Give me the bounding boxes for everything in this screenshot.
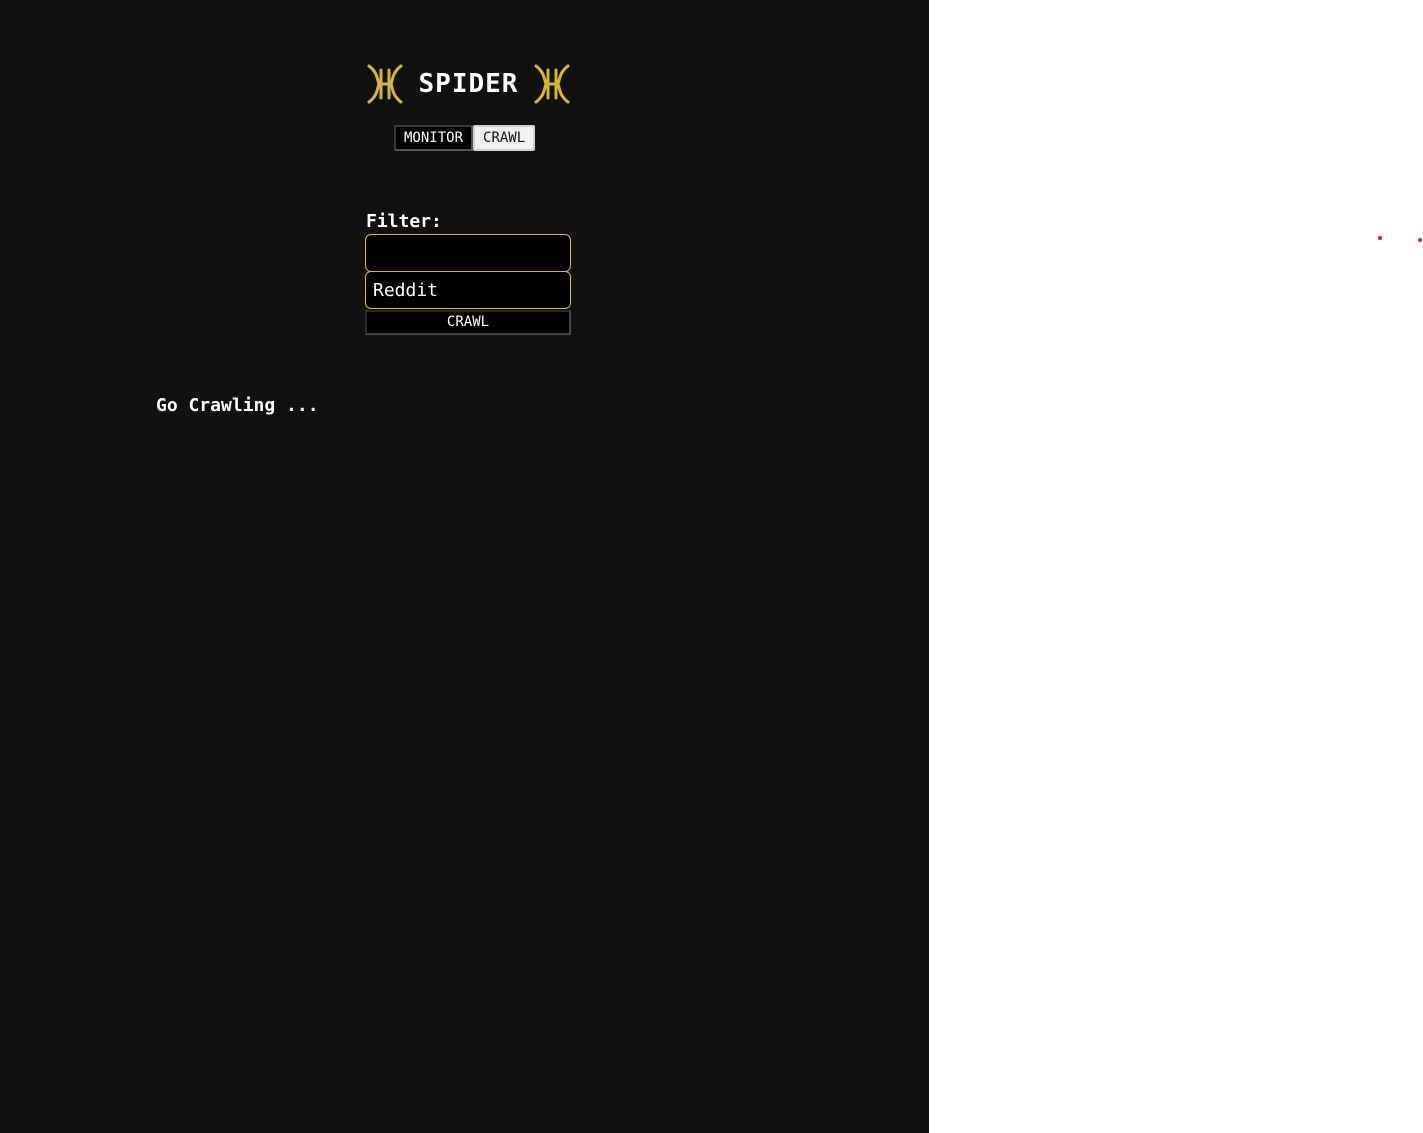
crawl-button[interactable]: CRAWL <box>365 310 571 335</box>
filter-input[interactable] <box>365 234 571 272</box>
spider-icon <box>367 64 403 104</box>
tab-monitor[interactable]: MONITOR <box>394 125 474 151</box>
status-message: Go Crawling ... <box>156 395 319 416</box>
app-title: SPIDER <box>418 69 519 99</box>
spider-icon <box>534 64 570 104</box>
app-header: SPIDER <box>366 64 571 104</box>
app-panel: SPIDER MONITOR CRAWL Filter: CRAWL Go Cr… <box>0 0 929 1133</box>
graph-node-marker <box>1378 236 1382 240</box>
graph-node-marker <box>1418 238 1422 242</box>
source-input[interactable] <box>365 271 571 309</box>
tab-crawl[interactable]: CRAWL <box>473 125 536 151</box>
mode-tabs: MONITOR CRAWL <box>394 125 536 151</box>
visualization-panel <box>929 0 1423 1133</box>
filter-label: Filter: <box>366 211 442 232</box>
